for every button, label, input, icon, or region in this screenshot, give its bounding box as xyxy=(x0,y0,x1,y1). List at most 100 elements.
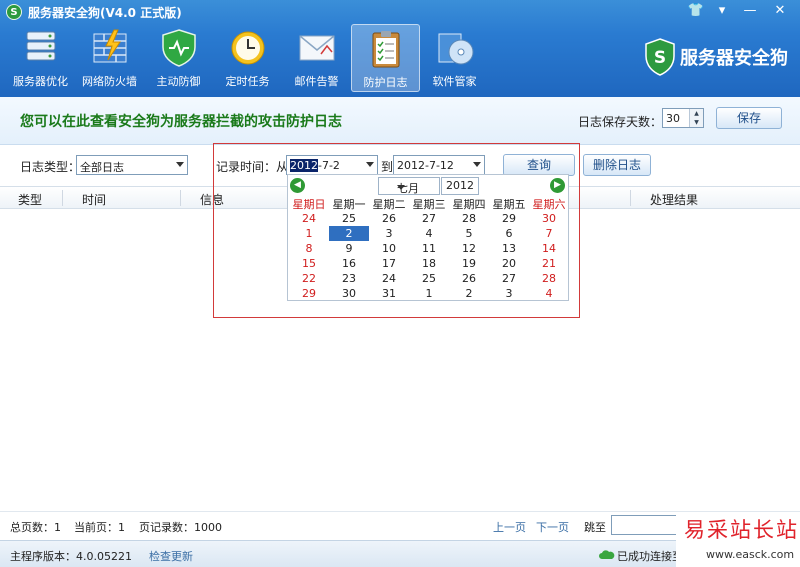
tool-server-optimize[interactable]: 服务器优化 xyxy=(6,24,75,92)
column-divider[interactable] xyxy=(180,190,181,206)
calendar-day[interactable]: 28 xyxy=(449,211,489,226)
calendar-day[interactable]: 24 xyxy=(289,211,329,226)
calendar-day[interactable]: 13 xyxy=(489,241,529,256)
minimize-icon[interactable]: — xyxy=(739,2,761,20)
stepper-down-icon[interactable]: ▼ xyxy=(690,118,703,127)
next-month-icon[interactable]: ▶ xyxy=(550,178,565,193)
calendar-day[interactable]: 16 xyxy=(329,256,369,271)
calendar-day[interactable]: 12 xyxy=(449,241,489,256)
calendar-day[interactable]: 26 xyxy=(369,211,409,226)
calendar-day[interactable]: 3 xyxy=(489,286,529,301)
tool-software-manager[interactable]: 软件管家 xyxy=(420,24,489,92)
page-header: 您可以在此查看安全狗为服务器拦截的攻击防护日志 日志保存天数： 30 ▲ ▼ 保… xyxy=(0,97,800,145)
calendar-day[interactable]: 10 xyxy=(369,241,409,256)
window-title: 服务器安全狗(V4.0 正式版) xyxy=(28,5,182,20)
log-type-select[interactable]: 全部日志 xyxy=(76,155,188,175)
next-page-link[interactable]: 下一页 xyxy=(536,519,569,535)
calendar-day[interactable]: 31 xyxy=(369,286,409,301)
calendar-day[interactable]: 11 xyxy=(409,241,449,256)
tool-label: 防护日志 xyxy=(363,76,408,89)
year-field[interactable]: 2012 xyxy=(441,177,479,195)
goto-label: 跳至 xyxy=(584,521,606,534)
calendar-day[interactable]: 22 xyxy=(289,271,329,286)
calendar-day[interactable]: 29 xyxy=(489,211,529,226)
calendar-day[interactable]: 9 xyxy=(329,241,369,256)
mail-icon xyxy=(299,35,334,61)
save-button[interactable]: 保存 xyxy=(716,107,782,129)
calendar-day[interactable]: 25 xyxy=(409,271,449,286)
skin-icon[interactable]: 👕 xyxy=(685,2,707,20)
close-icon[interactable]: ✕ xyxy=(769,2,791,20)
calendar-day[interactable]: 7 xyxy=(529,226,569,241)
calendar-day[interactable]: 4 xyxy=(529,286,569,301)
calendar-day[interactable]: 15 xyxy=(289,256,329,271)
tool-scheduled-task[interactable]: 定时任务 xyxy=(213,24,282,92)
column-divider[interactable] xyxy=(630,190,631,206)
brand-shield-icon: S xyxy=(645,38,675,76)
prev-page-link[interactable]: 上一页 xyxy=(493,519,526,535)
check-update-link[interactable]: 检查更新 xyxy=(149,548,193,564)
calendar-day[interactable]: 28 xyxy=(529,271,569,286)
watermark-url: www.easck.com xyxy=(706,548,795,561)
calendar-day[interactable]: 23 xyxy=(329,271,369,286)
clock-icon xyxy=(231,31,264,65)
calendar-day[interactable]: 14 xyxy=(529,241,569,256)
column-header-time[interactable]: 时间 xyxy=(82,191,106,208)
calendar-day[interactable]: 2 xyxy=(329,226,369,241)
tool-mail-alert[interactable]: 邮件告警 xyxy=(282,24,351,92)
calendar-day[interactable]: 2 xyxy=(449,286,489,301)
column-header-type[interactable]: 类型 xyxy=(18,191,42,208)
tool-active-defense[interactable]: 主动防御 xyxy=(144,24,213,92)
tool-protection-log[interactable]: 防护日志 xyxy=(351,24,420,92)
calendar-day[interactable]: 1 xyxy=(409,286,449,301)
calendar-day[interactable]: 3 xyxy=(369,226,409,241)
weekday-header: 星期二 xyxy=(372,198,406,211)
calendar-day[interactable]: 5 xyxy=(449,226,489,241)
weekday-header: 星期三 xyxy=(412,198,446,211)
month-select[interactable]: 七月 xyxy=(378,177,440,195)
calendar-day[interactable]: 27 xyxy=(489,271,529,286)
keep-days-stepper[interactable]: 30 ▲ ▼ xyxy=(662,108,704,128)
svg-text:S: S xyxy=(654,48,666,68)
clipboard-icon xyxy=(372,31,399,68)
calendar-day[interactable]: 4 xyxy=(409,226,449,241)
calendar-day[interactable]: 27 xyxy=(409,211,449,226)
main-toolbar: 服务器优化 网络防火墙 主动防御 定时任务 邮件告警 防护日志 软件管家 xyxy=(6,24,489,94)
calendar-day[interactable]: 30 xyxy=(329,286,369,301)
log-type-label: 日志类型： xyxy=(20,160,81,174)
column-header-result[interactable]: 处理结果 xyxy=(650,191,698,208)
delete-log-button[interactable]: 删除日志 xyxy=(583,154,651,176)
calendar-day[interactable]: 25 xyxy=(329,211,369,226)
calendar-day[interactable]: 19 xyxy=(449,256,489,271)
connection-status: 已成功连接至 xyxy=(617,550,683,563)
calendar-day[interactable]: 1 xyxy=(289,226,329,241)
calendar-day[interactable]: 30 xyxy=(529,211,569,226)
calendar-day[interactable]: 20 xyxy=(489,256,529,271)
calendar-day[interactable]: 24 xyxy=(369,271,409,286)
calendar-day[interactable]: 6 xyxy=(489,226,529,241)
version-text: 主程序版本：4.0.05221 xyxy=(10,550,132,563)
calendar-day[interactable]: 21 xyxy=(529,256,569,271)
app-logo-icon: S xyxy=(6,4,22,20)
weekday-header: 星期四 xyxy=(452,198,486,211)
calendar-day[interactable]: 18 xyxy=(409,256,449,271)
total-pages: 总页数：1 xyxy=(10,521,61,534)
tool-label: 服务器优化 xyxy=(13,75,68,88)
stepper-up-icon[interactable]: ▲ xyxy=(690,109,703,118)
site-watermark: 易采站长站 www.easck.com xyxy=(676,512,800,567)
title-bar: S 服务器安全狗(V4.0 正式版) xyxy=(6,3,182,21)
menu-icon[interactable]: ▾ xyxy=(711,2,733,20)
tool-firewall[interactable]: 网络防火墙 xyxy=(75,24,144,92)
date-picker-popup: ◀ 七月 2012 ▶ 星期日 星期一 星期二 星期三 星期四 星期五 星期六 24 25 26 2… xyxy=(287,174,569,301)
calendar-day[interactable]: 8 xyxy=(289,241,329,256)
calendar-day[interactable]: 26 xyxy=(449,271,489,286)
tool-label: 主动防御 xyxy=(156,75,201,88)
shield-icon xyxy=(161,29,196,67)
column-divider[interactable] xyxy=(62,190,63,206)
calendar-day[interactable]: 29 xyxy=(289,286,329,301)
tool-label: 定时任务 xyxy=(225,75,270,88)
calendar-day[interactable]: 17 xyxy=(369,256,409,271)
server-optimize-icon xyxy=(26,31,55,61)
prev-month-icon[interactable]: ◀ xyxy=(290,178,305,193)
weekday-header: 星期五 xyxy=(492,198,526,211)
